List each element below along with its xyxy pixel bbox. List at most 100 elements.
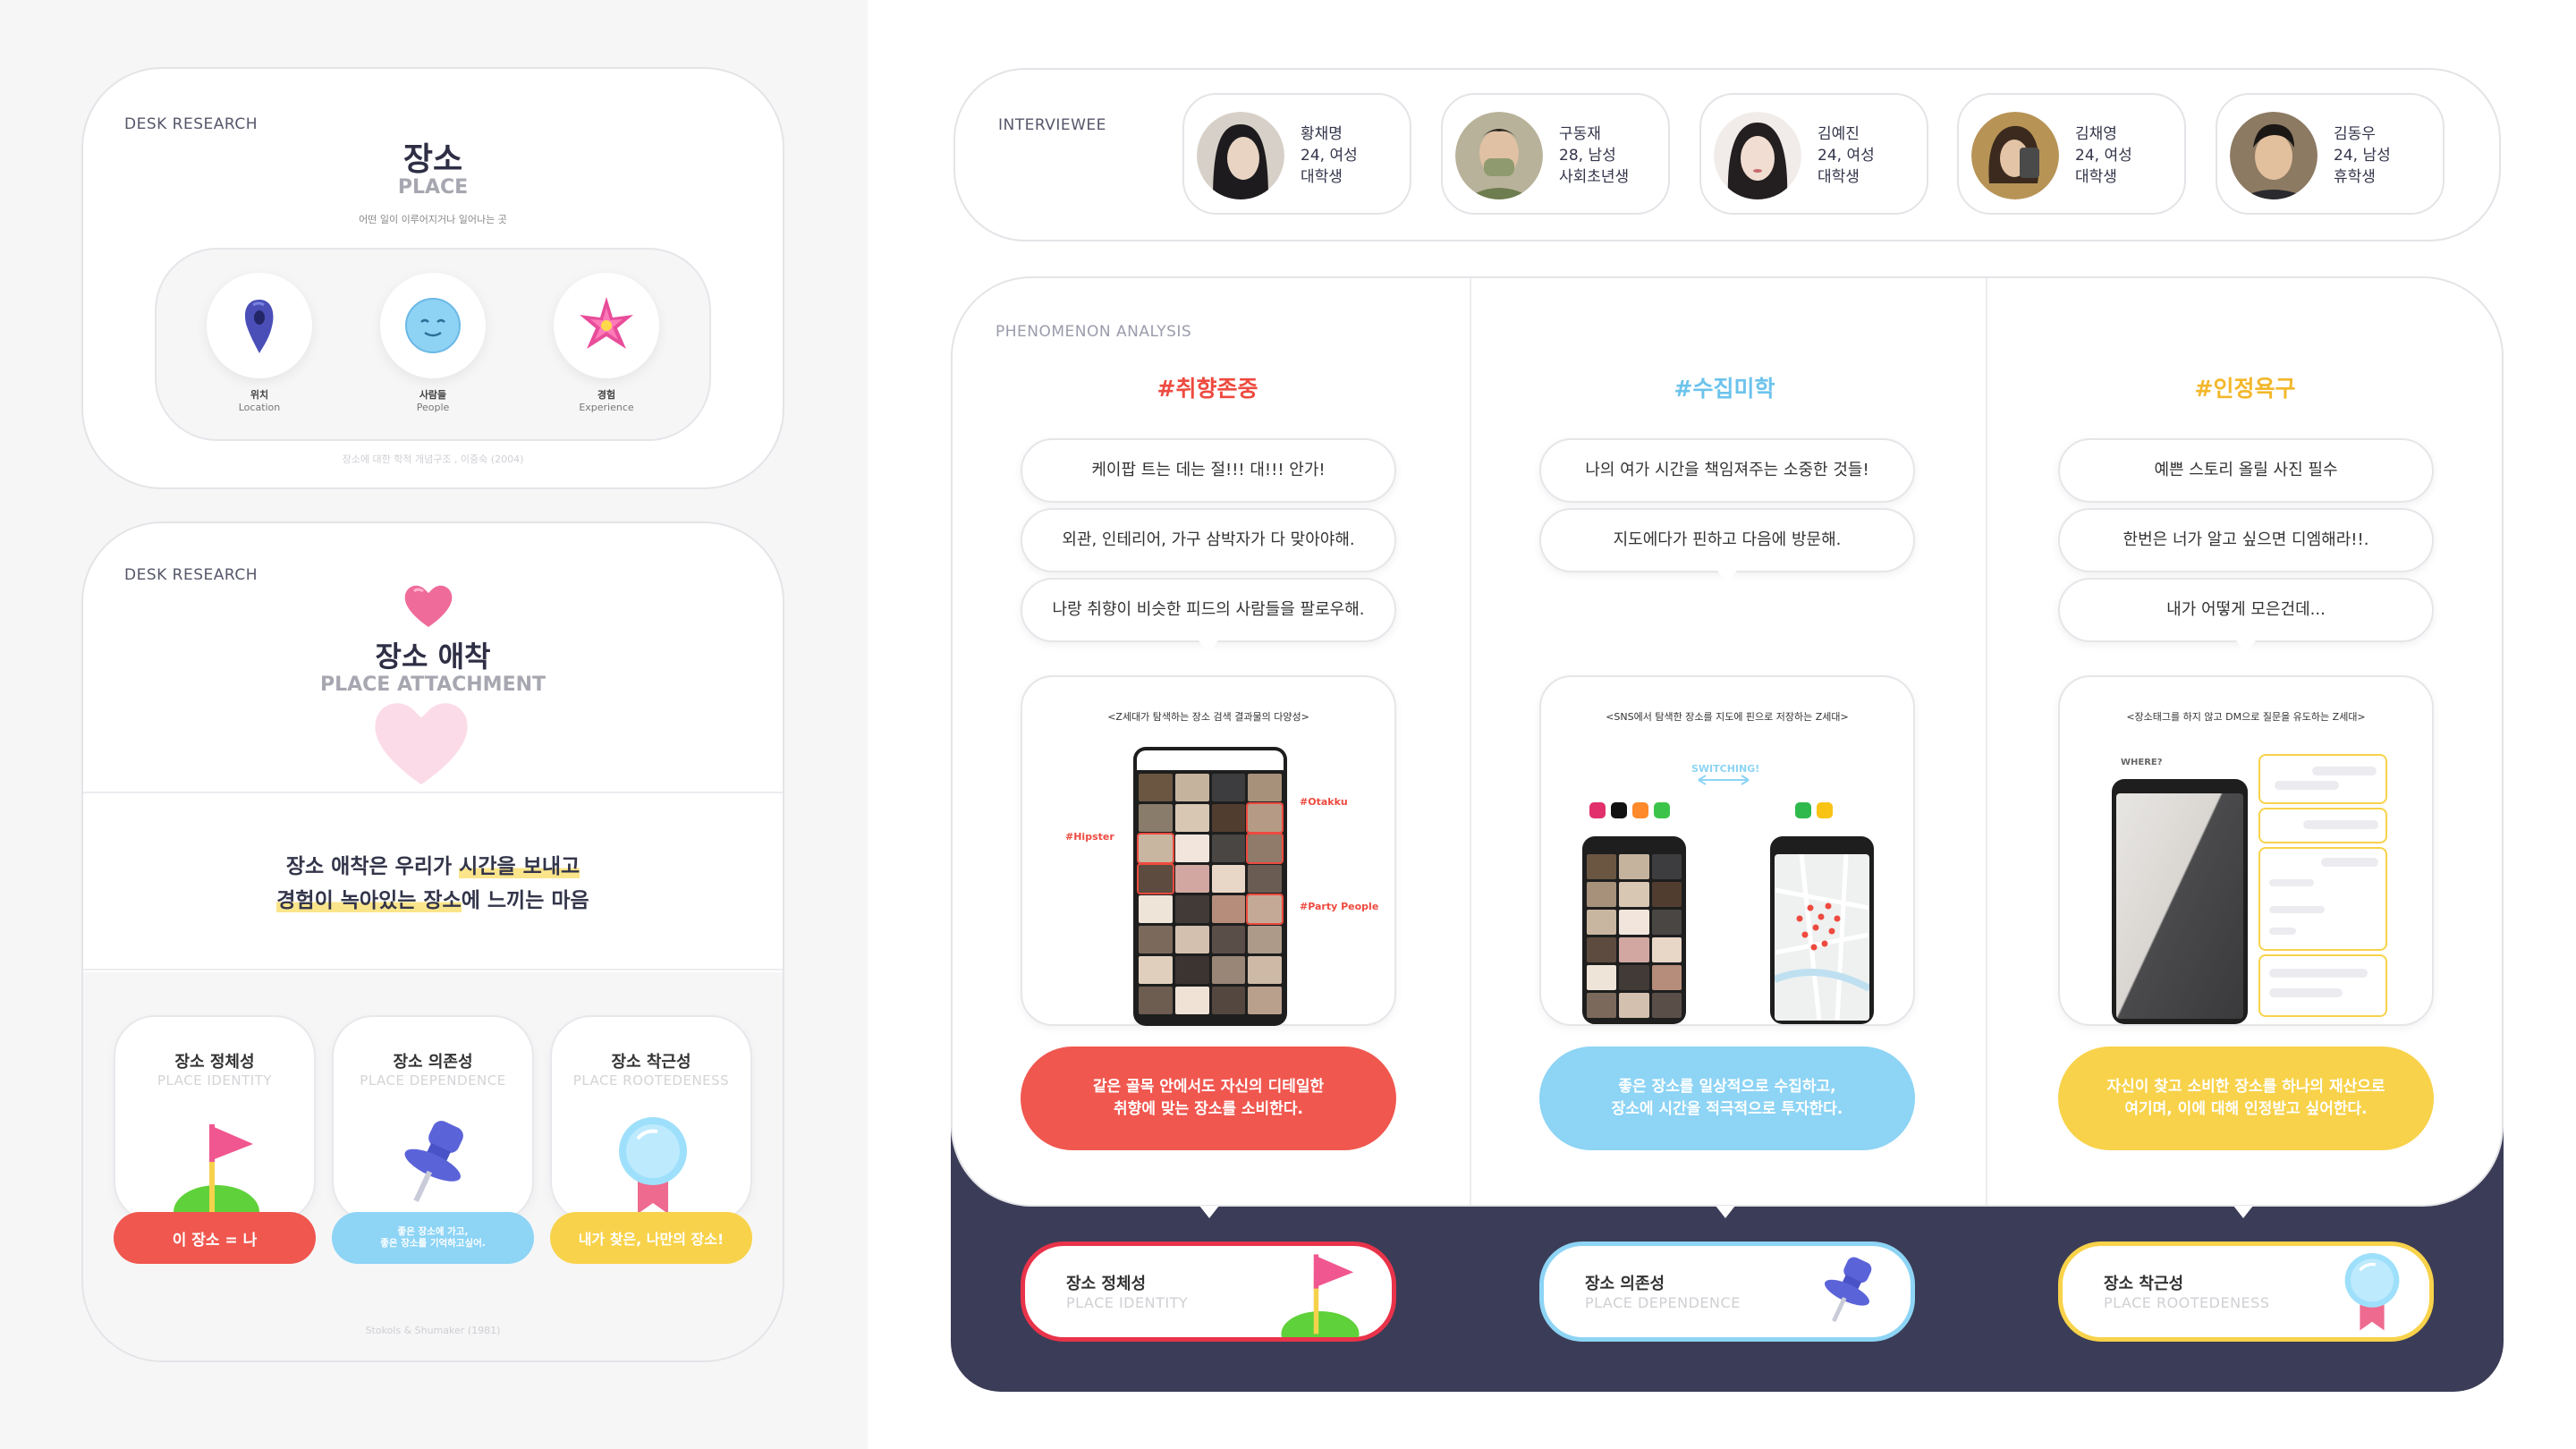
insight-pill: 자신이 찾고 소비한 장소를 하나의 재산으로 여기며, 이에 대해 인정받고 …	[2058, 1046, 2434, 1150]
dm-thread	[2258, 754, 2387, 1017]
speech-tail	[1199, 1206, 1219, 1218]
column-hashtag: #수집미학	[1674, 376, 1775, 402]
quote-bubble: 나랑 취향이 비슷한 피드의 사람들을 팔로우해.	[1021, 578, 1396, 642]
place-identity-result-card: 장소 정체성 PLACE IDENTITY	[1021, 1241, 1396, 1342]
speech-tail	[2236, 640, 2256, 653]
interviewee-card: 김예진 24, 여성 대학생	[1699, 93, 1928, 215]
place-dependence-card: 장소 의존성 PLACE DEPENDENCE	[332, 1015, 534, 1223]
flag-icon	[174, 1124, 259, 1223]
place-dependence-result-card: 장소 의존성 PLACE DEPENDENCE	[1539, 1241, 1915, 1342]
double-arrow-icon	[1698, 775, 1750, 785]
analysis-tag: PHENOMENON ANALYSIS	[996, 323, 1192, 341]
photo-grid	[1587, 854, 1682, 1021]
flower-icon	[580, 297, 633, 349]
quote-bubble: 케이팝 트는 데는 절!!! 대!!! 안가!	[1021, 438, 1396, 503]
card-subtitle: PLACE ATTACHMENT	[319, 674, 547, 696]
place-rootedeness-card: 장소 착근성 PLACE ROOTEDENESS	[550, 1015, 752, 1223]
tiktok-icon	[1611, 802, 1627, 818]
phone-mockup	[1582, 836, 1686, 1024]
insight-pill: 같은 골목 안에서도 자신의 디테일한 취향에 맞는 장소를 소비한다.	[1021, 1046, 1396, 1150]
quote-bubble: 나의 여가 시간을 책임져주는 소중한 것들!	[1539, 438, 1915, 503]
speech-tail	[1717, 571, 1737, 583]
source-citation: 장소에 대한 학적 개념구조 , 이중숙 (2004)	[342, 453, 524, 465]
research-screenshot-card: <SNS에서 탐색한 장소를 지도에 핀으로 저장하는 Z세대> SWITCHI…	[1539, 675, 1915, 1026]
column-divider	[1986, 278, 1987, 1205]
chat-icon	[1654, 802, 1670, 818]
avatar	[1714, 112, 1801, 199]
medal-icon	[2344, 1253, 2400, 1331]
quote-bubble: 한번은 너가 알고 싶으면 디엠해라!!.	[2058, 508, 2434, 572]
quote-bubble: 외관, 인테리어, 가구 삼박자가 다 맞아야해.	[1021, 508, 1396, 572]
interviewee-tag: INTERVIEWEE	[998, 116, 1106, 134]
label-party-people: #Party People	[1300, 901, 1379, 912]
people-circle	[380, 273, 486, 378]
flag-icon	[1281, 1254, 1360, 1337]
card-tag: DESK RESEARCH	[124, 115, 258, 133]
definition-line-2: 경험이 녹아있는 장소에 느끼는 마음	[276, 889, 589, 912]
place-dependence-pill: 좋은 장소에 가고, 좋은 장소를 기억하고싶어.	[332, 1212, 534, 1264]
location-caption: 위치 Location	[238, 389, 281, 413]
interviewee-card: 김채영 24, 여성 대학생	[1957, 93, 2186, 215]
insight-pill: 좋은 장소를 일상적으로 수집하고, 장소에 시간을 적극적으로 투자한다.	[1539, 1046, 1915, 1150]
heart-icon	[404, 585, 453, 627]
card-title: 장소	[402, 141, 463, 178]
place-identity-card: 장소 정체성 PLACE IDENTITY	[114, 1015, 316, 1223]
place-rootedeness-result-card: 장소 착근성 PLACE ROOTEDENESS	[2058, 1241, 2434, 1342]
interviewee-card: 김동우 24, 남성 휴학생	[2216, 93, 2445, 215]
interviewee-card: 황채명 24, 여성 대학생	[1182, 93, 1411, 215]
column-hashtag: #인정욕구	[2194, 376, 2296, 402]
avatar	[1455, 112, 1543, 199]
avatar	[1971, 112, 2059, 199]
definition-band: 장소 애착은 우리가 시간을 보내고 경험이 녹아있는 장소에 느끼는 마음	[83, 792, 783, 970]
map-screen	[1775, 854, 1869, 1021]
speech-tail	[1199, 640, 1218, 653]
card-title: 장소 애착	[375, 640, 491, 674]
column-divider	[1470, 278, 1471, 1205]
desk-research-attachment-card: DESK RESEARCH 장소 애착 PLACE ATTACHMENT 장소 …	[81, 521, 784, 1362]
experience-caption: 경험 Experience	[579, 389, 634, 413]
label-hipster: #Hipster	[1065, 831, 1114, 843]
avatar	[1197, 112, 1284, 199]
app-icons-row	[1589, 802, 1670, 818]
place-elements-box: 위치 Location 사람들 People 경험 Experience	[155, 248, 711, 441]
label-where: WHERE?	[2121, 758, 2163, 767]
people-caption: 사람들 People	[416, 389, 450, 413]
experience-circle	[554, 273, 659, 378]
pushpin-icon	[404, 1121, 463, 1202]
speech-tail	[1716, 1206, 1735, 1218]
interviewee-card: 구동재 28, 남성 사회초년생	[1441, 93, 1670, 215]
place-identity-pill: 이 장소 = 나	[114, 1212, 316, 1264]
label-otakku: #Otakku	[1300, 796, 1348, 808]
phone-mockup	[1770, 836, 1874, 1024]
pushpin-icon	[1825, 1257, 1872, 1323]
place-rootedeness-pill: 내가 찾은, 나만의 장소!	[550, 1212, 752, 1264]
smiley-face-icon	[405, 298, 461, 353]
card-tag: DESK RESEARCH	[124, 566, 258, 584]
map-pin-icon	[1817, 802, 1833, 818]
desk-research-place-card: DESK RESEARCH 장소 PLACE 어떤 일이 이루어지거나 일어나는…	[81, 67, 784, 489]
map-icon	[1795, 802, 1811, 818]
quote-bubble: 내가 어떻게 모은건데...	[2058, 578, 2434, 642]
faded-heart-icon	[375, 703, 468, 785]
app-icon	[1632, 802, 1648, 818]
column-hashtag: #취향존중	[1157, 376, 1258, 402]
phone-mockup	[2112, 779, 2248, 1024]
source-citation: Stokols & Shumaker (1981)	[365, 1325, 501, 1336]
speech-tail	[2233, 1206, 2253, 1218]
research-screenshot-card: <장소태그를 하지 않고 DM으로 질문을 유도하는 Z세대> WHERE?	[2058, 675, 2434, 1026]
research-screenshot-card: <Z세대가 탐색하는 장소 검색 결과물의 다양성> #Otakku #Hips…	[1021, 675, 1396, 1026]
definition-line-1: 장소 애착은 우리가 시간을 보내고	[285, 855, 580, 878]
photo-grid	[1137, 774, 1284, 1021]
quote-bubble: 예쁜 스토리 올릴 사진 필수	[2058, 438, 2434, 503]
medal-icon	[619, 1117, 687, 1214]
quote-bubble: 지도에다가 핀하고 다음에 방문해.	[1539, 508, 1915, 572]
card-description: 어떤 일이 이루어지거나 일어나는 곳	[359, 214, 507, 225]
card-subtitle: PLACE	[397, 176, 469, 199]
story-photo	[2116, 793, 2243, 1019]
avatar	[2230, 112, 2318, 199]
phone-mockup	[1133, 747, 1287, 1026]
location-circle	[207, 273, 312, 378]
instagram-icon	[1589, 802, 1606, 818]
location-pin-icon	[244, 300, 274, 353]
map-app-icons	[1795, 802, 1833, 818]
